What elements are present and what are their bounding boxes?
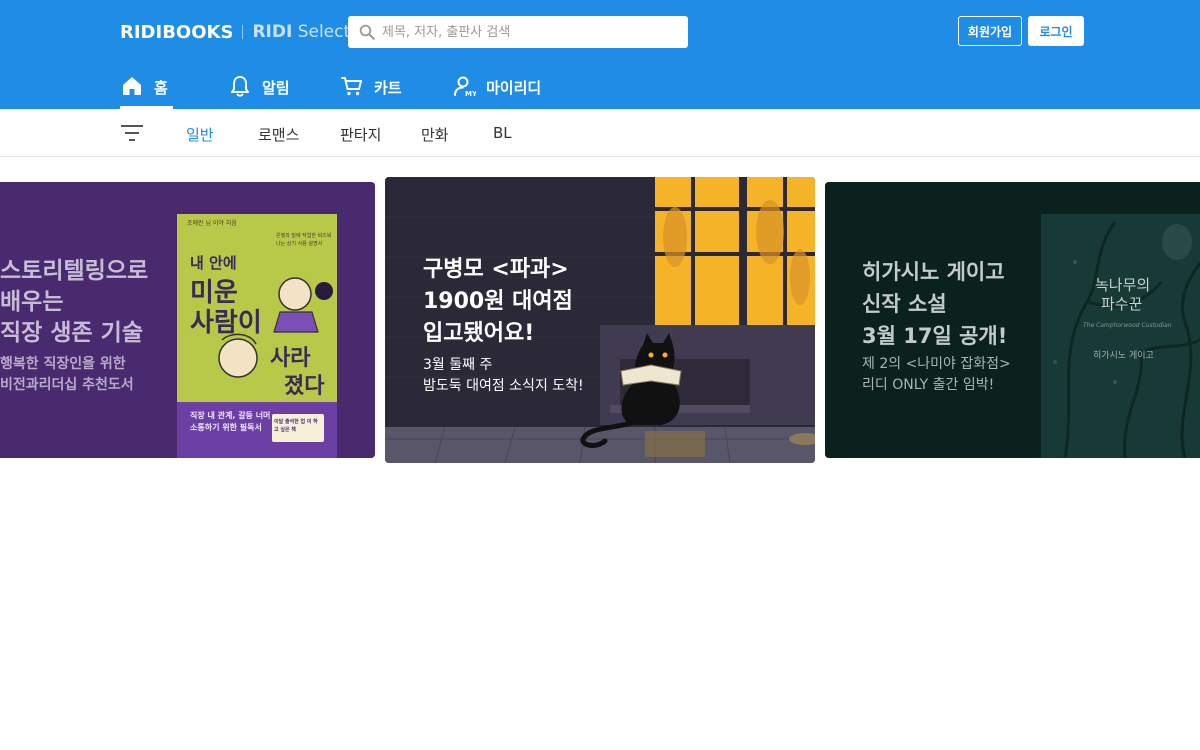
book-badge: 이달 출석한 업 이 하고 싶은 책 (274, 419, 318, 433)
banner-higashino-subtitle: 제 2의 <나미야 잡화점> 리디 ONLY 출간 임박! (862, 356, 1011, 393)
cart-icon (341, 77, 362, 96)
tab-comics[interactable]: 만화 (421, 124, 449, 145)
logo[interactable]: RIDIBOOKS RIDI Select (120, 20, 350, 44)
book-top-small: 은행과 밑에 작업한 비즈북 나는 상기 사용 설명서 (276, 233, 332, 247)
book-subtitle-higashino: The Camphorwood Custodian (1083, 322, 1172, 329)
filter-menu-icon[interactable] (120, 124, 144, 142)
book-caption: 직장 내 관계, 갈등 너머 소통하기 위한 필독서 (190, 411, 271, 432)
banner-storytelling[interactable]: 스토리텔링으로 배우는 직장 생존 기술 행복한 직장인을 위한 비전과리더십 … (0, 182, 375, 458)
book-title-line3: 사람이 (190, 308, 262, 338)
search-box[interactable] (348, 16, 688, 48)
banner-higashino-title: 히가시노 게이고 신작 소설 3월 17일 공개! (862, 260, 1008, 348)
book-title-line1: 내 안에 (190, 254, 237, 272)
gnb-label-cart: 카트 (374, 79, 402, 97)
banner-night-rental-subtitle: 3월 둘째 주 밤도둑 대여점 소식지 도착! (423, 357, 584, 394)
my-ridi-icon: MY (454, 76, 476, 98)
category-tabs: 일반 로맨스 판타지 만화 BL (0, 109, 1200, 157)
book-title-higashino: 녹나무의 파수꾼 (1095, 276, 1151, 313)
tab-fantasy[interactable]: 판타지 (340, 124, 381, 145)
ridibooks-logo[interactable]: RIDIBOOKS (120, 22, 233, 43)
logo-divider (242, 25, 244, 39)
banner-storytelling-title: 스토리텔링으로 배우는 직장 생존 기술 (0, 258, 149, 346)
gnb-label-home: 홈 (154, 79, 168, 97)
tab-romance[interactable]: 로맨스 (258, 124, 299, 145)
book-author-higashino: 히가시노 게이고 (1093, 351, 1154, 361)
signup-button[interactable]: 회원가입 (958, 16, 1022, 46)
banner-night-rental-title: 구병모 <파과> 1900원 대여점 입고됐어요! (423, 257, 573, 346)
bell-icon (231, 76, 249, 97)
gnb-label-notifications: 알림 (262, 79, 290, 97)
tab-bl[interactable]: BL (493, 124, 512, 142)
login-button[interactable]: 로그인 (1028, 16, 1084, 46)
gnb-label-my-ridi: 마이리디 (486, 79, 542, 97)
book-author-small: 조에린 님 이야 지음 (187, 220, 237, 227)
gnb-item-home[interactable]: 홈 (120, 66, 228, 109)
top-header: RIDIBOOKS RIDI Select 회원가입 로그인 홈 알림 (0, 0, 1200, 109)
banner-storytelling-subtitle: 행복한 직장인을 위한 비전과리더십 추천도서 (0, 356, 134, 393)
svg-text:MY: MY (465, 90, 476, 98)
home-icon (123, 77, 141, 95)
gnb-item-notifications[interactable]: 알림 (228, 66, 340, 109)
search-input[interactable] (382, 24, 682, 40)
global-nav: 홈 알림 카트 MY 마이리디 (120, 66, 562, 109)
book-title-line5: 졌다 (284, 374, 325, 399)
gnb-item-cart[interactable]: 카트 (340, 66, 452, 109)
gnb-item-my-ridi[interactable]: MY 마이리디 (452, 66, 562, 109)
search-icon (359, 24, 375, 40)
ridi-select-logo[interactable]: RIDI Select (252, 22, 350, 42)
banner-higashino[interactable]: 히가시노 게이고 신작 소설 3월 17일 공개! 제 2의 <나미야 잡화점>… (825, 182, 1200, 458)
tab-general[interactable]: 일반 (186, 124, 214, 145)
banner-night-rental[interactable]: 구병모 <파과> 1900원 대여점 입고됐어요! 3월 둘째 주 밤도둑 대여… (385, 177, 815, 463)
